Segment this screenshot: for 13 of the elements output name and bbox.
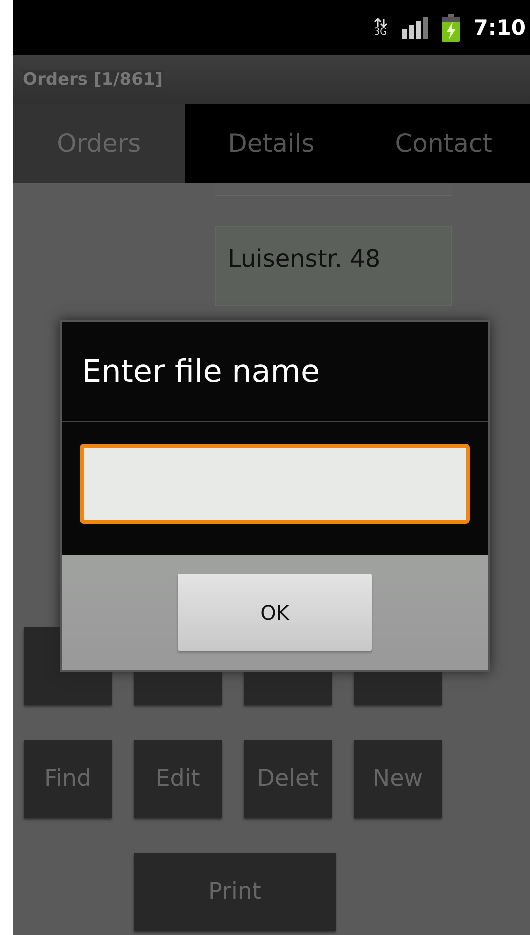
action-button[interactable]: Edit bbox=[134, 740, 222, 818]
window-title: Orders [1/861] bbox=[23, 70, 164, 90]
print-button[interactable]: Print bbox=[134, 853, 336, 931]
file-name-input[interactable] bbox=[80, 444, 470, 524]
ok-button[interactable]: OK bbox=[178, 574, 372, 651]
action-button[interactable]: Delet bbox=[244, 740, 332, 818]
action-button[interactable]: New bbox=[354, 740, 442, 818]
battery-charging-icon bbox=[442, 14, 460, 42]
clock-time: 7:10 bbox=[474, 16, 526, 40]
dialog-title: Enter file name bbox=[82, 354, 320, 390]
address-field[interactable]: Luisenstr. 48 bbox=[215, 226, 452, 306]
action-button[interactable]: Find bbox=[24, 740, 112, 818]
signal-icon bbox=[402, 16, 428, 38]
